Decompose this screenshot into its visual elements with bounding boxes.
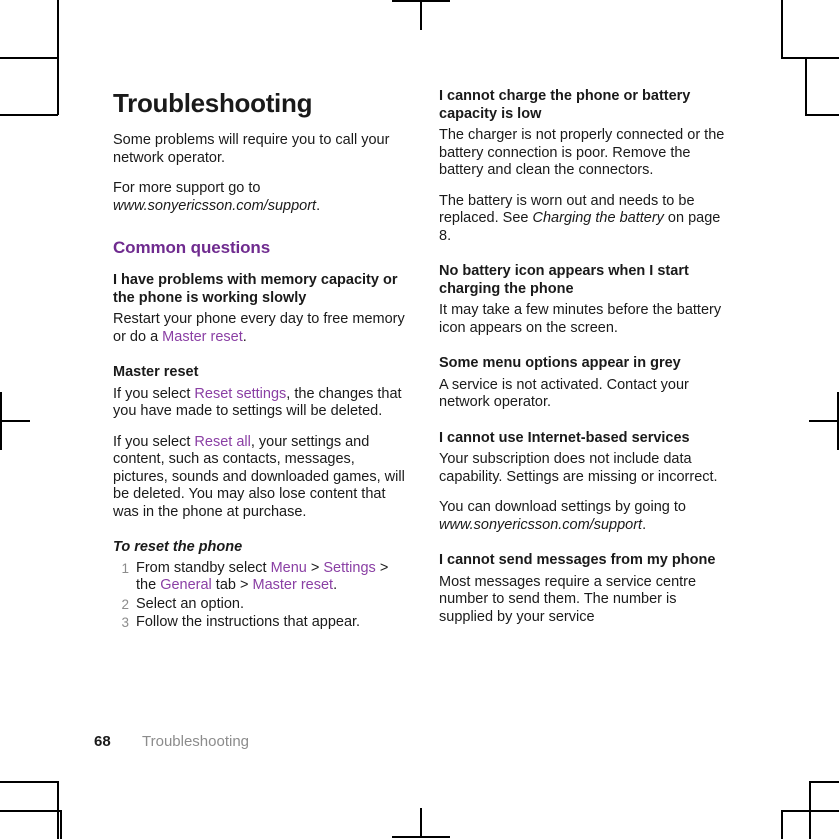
question-title-internet-services: I cannot use Internet-based services xyxy=(439,429,690,446)
support-text-prefix: For more support go to xyxy=(113,180,261,196)
link-reset-all[interactable]: Reset all xyxy=(194,434,250,450)
step-number-3: 3 xyxy=(121,615,129,630)
crop-mark-bottom-center-vertical xyxy=(420,808,422,838)
reset-all-prefix: If you select xyxy=(113,433,195,450)
right-column: I cannot charge the phone or battery cap… xyxy=(439,88,733,708)
step-1-suffix: . xyxy=(333,577,338,593)
crop-mark-bottom-left-vertical-outer xyxy=(57,781,59,839)
question-title-menu-options-grey: Some menu options appear in grey xyxy=(439,355,681,371)
crop-mark-top-left-vertical-inner xyxy=(57,57,59,115)
support-url[interactable]: www.sonyericsson.com/support xyxy=(113,198,316,214)
crop-mark-top-right-vertical-inner xyxy=(805,57,807,115)
procedure-step-2: 2 Select an option. xyxy=(113,596,407,614)
link-settings[interactable]: Settings xyxy=(323,560,375,576)
crop-mark-top-left-horizontal-lower xyxy=(0,114,58,116)
answer-no-battery-icon: It may take a few minutes before the bat… xyxy=(439,302,722,336)
link-reset-settings[interactable]: Reset settings xyxy=(194,386,286,402)
question-title-memory-capacity: I have problems with memory capacity or … xyxy=(113,272,398,306)
footer-page-number: 68 xyxy=(94,733,111,750)
crop-mark-top-left-horizontal-upper xyxy=(0,57,58,59)
answer-internet-services-2: You can download settings by going to ww… xyxy=(439,499,733,534)
procedure-title-reset-phone: To reset the phone xyxy=(113,539,243,555)
crop-mark-bottom-left-horizontal-upper xyxy=(0,781,58,783)
crop-mark-bottom-right-vertical-inner xyxy=(781,810,783,839)
download-settings-prefix: You can download settings by going to xyxy=(439,499,686,515)
section-heading-common-questions: Common questions xyxy=(113,238,271,257)
master-reset-paragraph-2: If you select Reset all, your settings a… xyxy=(113,434,407,522)
intro-paragraph-2: For more support go to www.sonyericsson.… xyxy=(113,180,407,215)
manual-page: Troubleshooting Some problems will requi… xyxy=(0,0,839,839)
reset-settings-prefix: If you select xyxy=(113,385,195,402)
link-menu[interactable]: Menu xyxy=(271,560,307,576)
crop-mark-bottom-left-vertical-inner xyxy=(60,810,62,839)
answer-menu-options-grey: A service is not activated. Contact your… xyxy=(439,376,689,411)
step-3-text: Follow the instructions that appear. xyxy=(136,614,361,630)
answer-cannot-charge-2: The battery is worn out and needs to be … xyxy=(439,193,733,246)
answer-cannot-send-messages: Most messages require a service centre n… xyxy=(439,573,697,625)
question-title-cannot-charge: I cannot charge the phone or battery cap… xyxy=(439,88,691,122)
link-master-reset[interactable]: Master reset xyxy=(162,329,243,345)
step-2-text: Select an option. xyxy=(136,595,245,612)
answer-text-suffix: . xyxy=(242,328,247,345)
crop-mark-top-center-vertical xyxy=(420,0,422,30)
answer-cannot-charge-1: The charger is not properly connected or… xyxy=(439,127,725,178)
page-content: Troubleshooting Some problems will requi… xyxy=(113,88,733,708)
cross-reference-charging-the-battery[interactable]: Charging the battery xyxy=(533,210,664,226)
support-url-right[interactable]: www.sonyericsson.com/support xyxy=(439,517,642,533)
question-title-no-battery-icon: No battery icon appears when I start cha… xyxy=(439,263,689,297)
answer-internet-services-1: Your subscription does not include data … xyxy=(439,451,718,485)
support-text-suffix: . xyxy=(316,197,321,214)
crop-mark-bottom-left-horizontal-lower xyxy=(0,810,62,812)
crop-mark-mid-left-horizontal xyxy=(0,420,30,422)
procedure-step-3: 3 Follow the instructions that appear. xyxy=(113,614,407,632)
answer-text-prefix: Restart your phone every day to free mem… xyxy=(113,311,405,345)
step-number-2: 2 xyxy=(121,596,129,612)
step-1-prefix: From standby select xyxy=(136,559,271,576)
step-1-separator-3: tab > xyxy=(211,577,253,593)
crop-mark-top-right-horizontal-upper xyxy=(781,57,839,59)
intro-paragraph-1: Some problems will require you to call y… xyxy=(113,132,390,166)
crop-mark-bottom-right-horizontal-upper xyxy=(809,781,839,783)
page-title: Troubleshooting xyxy=(113,88,313,118)
crop-mark-top-right-vertical xyxy=(781,0,783,57)
question-title-master-reset: Master reset xyxy=(113,364,199,380)
question-title-cannot-send-messages: I cannot send messages from my phone xyxy=(439,552,716,568)
link-general-tab[interactable]: General xyxy=(160,577,212,593)
download-settings-suffix: . xyxy=(642,516,647,533)
left-column: Troubleshooting Some problems will requi… xyxy=(113,88,407,708)
master-reset-paragraph-1: If you select Reset settings, the change… xyxy=(113,386,407,421)
crop-mark-bottom-right-vertical-outer xyxy=(809,781,811,839)
crop-mark-mid-right-horizontal xyxy=(809,420,839,422)
step-number-1: 1 xyxy=(121,560,129,576)
procedure-steps-list: 1 From standby select Menu > Settings > t… xyxy=(113,560,407,632)
answer-memory-capacity: Restart your phone every day to free mem… xyxy=(113,311,407,346)
link-master-reset-step[interactable]: Master reset xyxy=(253,577,334,593)
crop-mark-top-left-vertical xyxy=(57,0,59,57)
procedure-step-1: 1 From standby select Menu > Settings > t… xyxy=(113,560,407,595)
crop-mark-top-right-horizontal-lower xyxy=(805,114,839,116)
step-1-separator-1: > xyxy=(306,559,324,576)
footer-section-label: Troubleshooting xyxy=(142,733,250,750)
page-footer: 68 Troubleshooting xyxy=(94,733,249,750)
